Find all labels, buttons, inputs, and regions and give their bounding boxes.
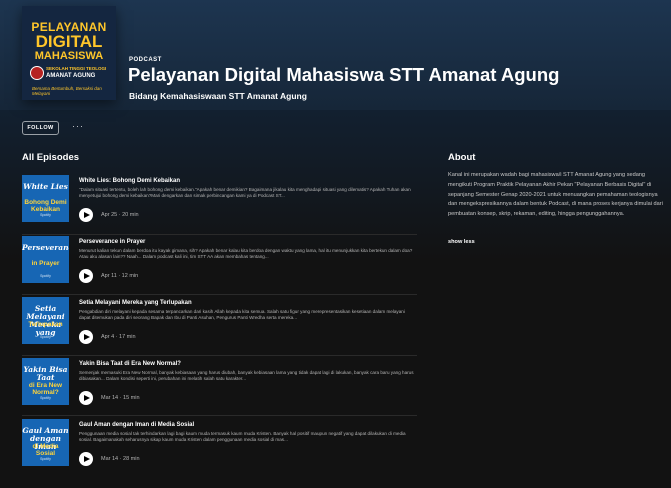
play-icon[interactable] <box>79 391 93 405</box>
episode-row[interactable]: Setia Melayani Mereka yang Terlupakan Sp… <box>22 297 417 353</box>
thumb-line-1: Yakin Bisa Taat <box>23 365 68 382</box>
episode-title[interactable]: Gaul Aman dengan Iman di Media Sosial <box>79 422 194 428</box>
episode-title[interactable]: Yakin Bisa Taat di Era New Normal? <box>79 361 181 367</box>
thumb-line-3: Spotify <box>40 274 51 278</box>
episode-description: Semenjak memasuki Era New Normal, banyak… <box>79 370 414 381</box>
podcast-publisher[interactable]: Bidang Kemahasiswaan STT Amanat Agung <box>129 91 307 101</box>
cover-school: AMANAT AGUNG <box>46 73 96 79</box>
episode-meta: Apr 4 · 17 min <box>101 334 136 340</box>
follow-button[interactable]: FOLLOW <box>22 121 59 135</box>
episode-title[interactable]: White Lies: Bohong Demi Kebaikan <box>79 178 180 184</box>
episode-meta: Apr 25 · 20 min <box>101 212 139 218</box>
thumb-line-3: Spotify <box>40 335 51 339</box>
episode-thumbnail[interactable]: Perseverance in Prayer Spotify <box>22 236 69 283</box>
episode-row[interactable]: Yakin Bisa Taat di Era New Normal? Spoti… <box>22 358 417 414</box>
thumb-line-2: Terlupakan <box>28 321 63 328</box>
episode-row[interactable]: Gaul Aman dengan Iman di Media Sosial Sp… <box>22 419 417 475</box>
thumb-line-3: Spotify <box>40 396 51 400</box>
episode-description: Penggunaan media sosial tak terhindarkan… <box>79 431 406 442</box>
thumb-line-2: di Era New Normal? <box>28 382 63 396</box>
thumb-line-1: Perseverance <box>22 243 69 252</box>
episode-meta: Mar 14 · 15 min <box>101 395 140 401</box>
thumb-line-1: White Lies <box>23 182 68 191</box>
thumb-line-3: Spotify <box>40 457 51 461</box>
school-seal-icon <box>30 66 44 80</box>
divider <box>22 234 417 235</box>
episode-row[interactable]: White Lies Bohong Demi Kebaikan Spotify … <box>22 175 417 231</box>
about-heading: About <box>448 152 476 163</box>
cover-line-2: DIGITAL <box>35 32 103 51</box>
podcast-kind-label: PODCAST <box>129 57 162 63</box>
cover-motto: Bersama Bertumbuh, Bersaksi dan Melayani <box>32 86 102 96</box>
episode-title[interactable]: Perseverance in Prayer <box>79 239 145 245</box>
cover-school-small: SEKOLAH TINGGI TEOLOGI <box>46 66 107 71</box>
podcast-title: Pelayanan Digital Mahasiswa STT Amanat A… <box>128 64 560 85</box>
episode-thumbnail[interactable]: White Lies Bohong Demi Kebaikan Spotify <box>22 175 69 222</box>
episode-description: Pengabdian diri melayani kepada sesama t… <box>79 309 405 320</box>
play-icon[interactable] <box>79 452 93 466</box>
episode-row[interactable]: Perseverance in Prayer Spotify Persevera… <box>22 236 417 292</box>
episode-thumbnail[interactable]: Setia Melayani Mereka yang Terlupakan Sp… <box>22 297 69 344</box>
play-icon[interactable] <box>79 330 93 344</box>
show-less-link[interactable]: show less <box>448 239 475 245</box>
episode-thumbnail[interactable]: Yakin Bisa Taat di Era New Normal? Spoti… <box>22 358 69 405</box>
episode-thumbnail[interactable]: Gaul Aman dengan Iman di Media Sosial Sp… <box>22 419 69 466</box>
thumb-line-2: di Media Sosial <box>32 443 59 457</box>
episode-description: Menurut kalian tekun dalam berdoa itu ka… <box>79 248 413 259</box>
play-icon[interactable] <box>79 208 93 222</box>
episode-description: "Dalam situasi tertentu, boleh lah bohon… <box>79 187 411 198</box>
cover-line-3: MAHASISWA <box>34 50 104 62</box>
play-icon[interactable] <box>79 269 93 283</box>
thumb-line-2: Bohong Demi Kebaikan <box>24 199 67 213</box>
divider <box>22 355 417 356</box>
podcast-cover: PELAYANAN DIGITAL MAHASISWA SEKOLAH TING… <box>22 6 116 100</box>
episode-meta: Apr 11 · 12 min <box>101 273 139 279</box>
thumb-line-2: in Prayer <box>31 260 60 267</box>
episode-meta: Mar 14 · 28 min <box>101 456 140 462</box>
divider <box>22 415 417 416</box>
episodes-heading: All Episodes <box>22 152 80 163</box>
about-text: Kanal ini merupakan wadah bagi mahasiswa… <box>448 172 663 218</box>
episode-title[interactable]: Setia Melayani Mereka yang Terlupakan <box>79 300 192 306</box>
thumb-line-3: Spotify <box>40 213 51 217</box>
divider <box>22 294 417 295</box>
more-options-icon[interactable]: ··· <box>72 121 84 131</box>
